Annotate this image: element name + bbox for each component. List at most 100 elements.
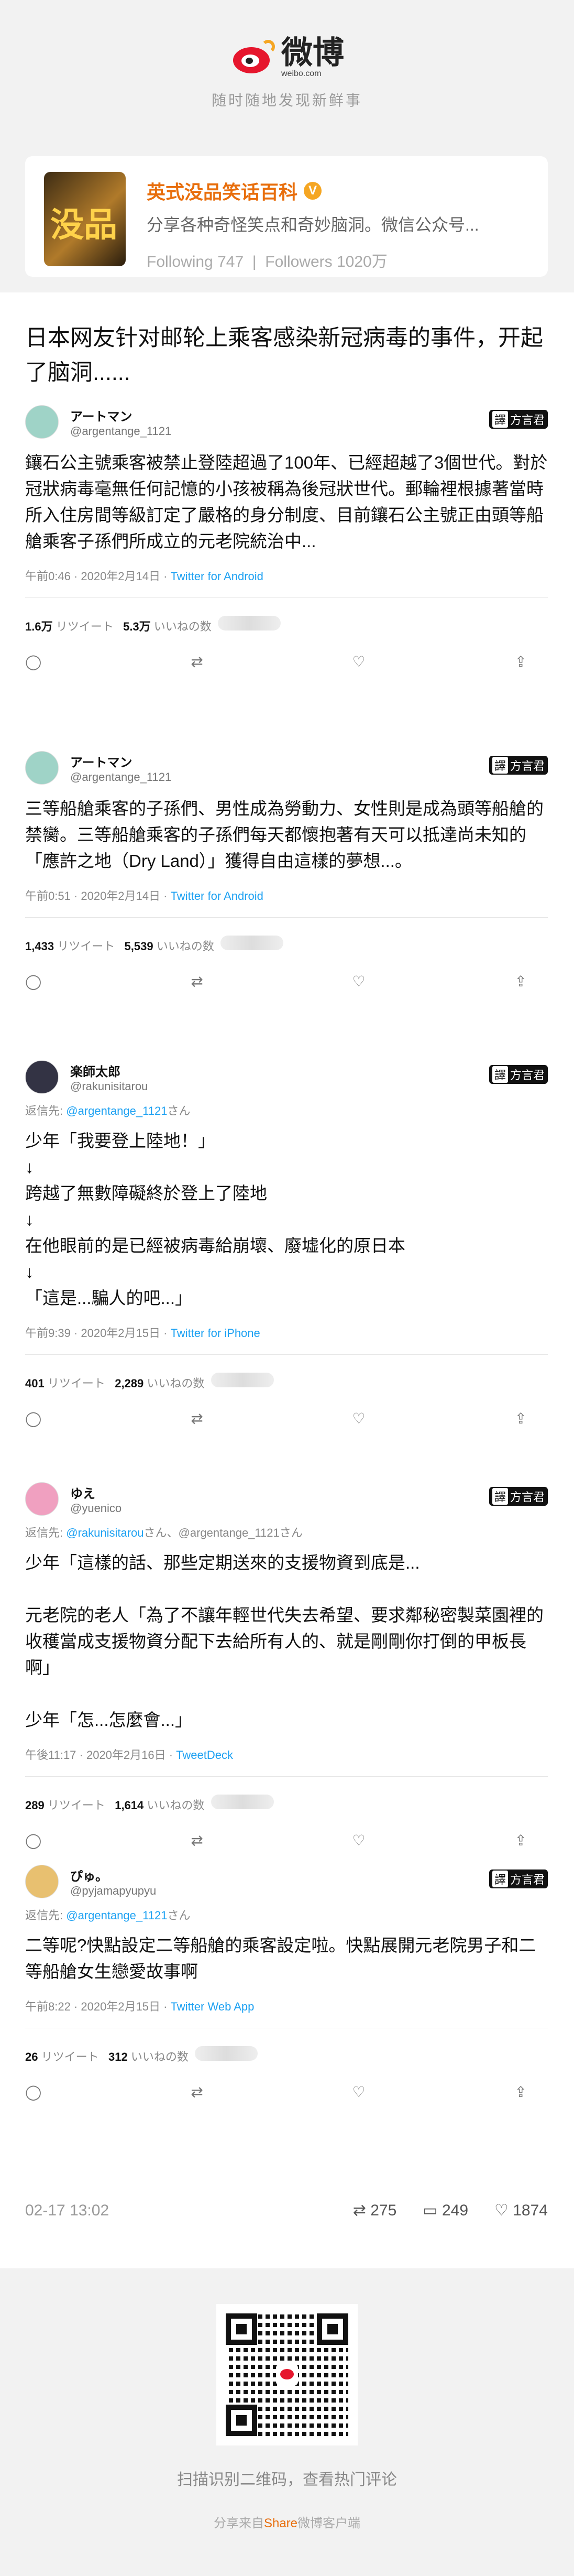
tweet-screenshot: アートマン @argentange_1121 譯方言君 三等船艙乘客的子孫們、男性成為… (25, 749, 548, 990)
like-count: 5,539 (124, 940, 153, 953)
account-description: 分享各种奇怪笑点和奇妙脑洞。微信公众号... (147, 215, 479, 234)
heart-icon: ♡ (352, 1832, 366, 1849)
tweet-client: Twitter for iPhone (170, 1327, 260, 1340)
blurred-avatars (211, 1373, 274, 1387)
reply-handle: @rakunisitarou (66, 1526, 144, 1539)
tweet-meta: 午後11:17 · 2020年2月16日 · TweetDeck (25, 1746, 548, 1763)
post-date: 02-17 13:02 (25, 2201, 109, 2219)
repost-button[interactable]: ⇄ 275 (353, 2201, 397, 2220)
tweet-author-handle: @yuenico (70, 1501, 122, 1515)
tweet-author-name: 楽師太郎 (70, 1064, 120, 1079)
tweet-client: Twitter for Android (170, 889, 263, 903)
retweet-label: リツイート (56, 620, 114, 633)
reply-handle: @argentange_1121 (66, 1104, 168, 1117)
tweet-time: 午前0:51 · 2020年2月14日 · (25, 889, 171, 903)
tweet-actions: ◯ ⇄ ♡ ⇪ (25, 634, 548, 670)
tweet-author-name: アートマン (70, 409, 133, 424)
translator-badge: 譯方言君 (489, 1065, 548, 1084)
tweet-avatar (25, 751, 59, 785)
retweet-label: リツイート (57, 940, 115, 953)
post-title: 日本网友针对邮轮上乘客感染新冠病毒的事件，开起了脑洞...... (25, 325, 543, 385)
verified-badge-icon: V (304, 182, 322, 200)
tweet-actions: ◯ ⇄ ♡ ⇪ (25, 954, 548, 990)
tweet-text: 二等呢?快點設定二等船艙的乘客設定啦。快點展開元老院男子和二等船艙女生戀愛故事啊 (25, 1936, 536, 1981)
like-count: 5.3万 (123, 620, 151, 633)
reply-to: 返信先: @argentange_1121さん (25, 1102, 548, 1118)
comment-button[interactable]: ▭ 249 (423, 2201, 468, 2220)
heart-icon: ♡ (352, 973, 366, 990)
tweet-author-name: アートマン (70, 755, 133, 770)
comment-count: 249 (441, 2202, 469, 2219)
blurred-avatars (195, 2046, 258, 2061)
translator-name: 方言君 (510, 1069, 545, 1082)
retweet-count: 26 (25, 2050, 38, 2063)
reply-icon: ◯ (25, 1410, 42, 1427)
tweet-author-name: ぴゅ。 (70, 1869, 108, 1884)
tweet-time: 午前9:39 · 2020年2月15日 · (25, 1327, 171, 1340)
translator-badge: 譯方言君 (489, 756, 548, 775)
share-icon: ⇪ (514, 2084, 527, 2100)
tweet-screenshot: ゆえ @yuenico 譯方言君 返信先: @rakunisitarouさん、@arg… (25, 1481, 548, 1849)
share-icon: ⇪ (514, 1410, 527, 1427)
tweet-author-handle: @argentange_1121 (70, 424, 172, 438)
share-suffix: 微博客户端 (297, 2516, 361, 2530)
account-card[interactable]: 没品 英式没品笑话百科 V 分享各种奇怪笑点和奇妙脑洞。微信公众号... Foll… (25, 156, 548, 277)
account-name[interactable]: 英式没品笑话百科 (147, 177, 297, 204)
following-count: 747 (217, 253, 244, 270)
blurred-avatars (218, 616, 281, 631)
tweet-actions: ◯ ⇄ ♡ ⇪ (25, 2064, 548, 2101)
reply-to: 返信先: @argentange_1121さん (25, 1906, 548, 1923)
tweet-avatar (25, 1865, 59, 1898)
following-label: Following (147, 253, 213, 270)
tweet-meta: 午前8:22 · 2020年2月15日 · Twitter Web App (25, 1997, 548, 2014)
post-footer: 02-17 13:02 ⇄ 275 ▭ 249 ♡ 1874 (25, 2201, 548, 2220)
like-button[interactable]: ♡ 1874 (494, 2201, 548, 2220)
avatar-text: 没品 (50, 206, 117, 245)
tweet-screenshot: アートマン @argentange_1121 譯方言君 鑲石公主號乘客被禁止登陸超過了… (25, 404, 548, 670)
weibo-logo-icon (276, 2364, 298, 2386)
blurred-avatars (220, 936, 283, 950)
tweet-author-handle: @rakunisitarou (70, 1079, 148, 1093)
followers-label: Followers (265, 253, 333, 270)
tweet-client: TweetDeck (176, 1748, 233, 1762)
translate-icon: 譯 (492, 1488, 508, 1505)
tweet-meta: 午前0:46 · 2020年2月14日 · Twitter for Androi… (25, 567, 548, 584)
repost-icon: ⇄ (352, 2202, 371, 2219)
tweet-author-handle: @pyjamapyupyu (70, 1884, 157, 1897)
qr-code[interactable] (216, 2304, 358, 2445)
tweet-avatar (25, 1482, 59, 1516)
reply-prefix: 返信先: (25, 1526, 67, 1539)
tweet-stats: 1.6万 リツイート 5.3万 いいねの数 (25, 598, 548, 634)
translator-badge: 譯方言君 (489, 410, 548, 429)
retweet-count: 401 (25, 1377, 45, 1390)
tweet-meta: 午前9:39 · 2020年2月15日 · Twitter for iPhone (25, 1324, 548, 1341)
retweet-count: 1,433 (25, 940, 54, 953)
reply-to: 返信先: @rakunisitarouさん、@argentange_1121さん (25, 1524, 548, 1540)
account-avatar[interactable]: 没品 (44, 172, 126, 266)
reply-suffix: さん (167, 1909, 191, 1922)
share-prefix: 分享来自 (213, 2516, 264, 2530)
translator-name: 方言君 (510, 414, 545, 427)
tweet-author-handle: @argentange_1121 (70, 770, 172, 784)
weibo-eye-icon (230, 40, 275, 75)
retweet-icon: ⇄ (191, 1410, 203, 1427)
translate-icon: 譯 (492, 411, 508, 428)
followers-count: 1020万 (337, 253, 388, 270)
tweet-actions: ◯ ⇄ ♡ ⇪ (25, 1391, 548, 1427)
like-label: いいねの数 (147, 1377, 205, 1390)
translator-badge: 譯方言君 (489, 1869, 548, 1888)
retweet-count: 1.6万 (25, 620, 53, 633)
translator-name: 方言君 (510, 1491, 545, 1504)
repost-count: 275 (370, 2202, 397, 2219)
reply-prefix: 返信先: (25, 1909, 67, 1922)
tweet-stats: 1,433 リツイート 5,539 いいねの数 (25, 918, 548, 954)
reply-suffix: さん (167, 1104, 191, 1117)
share-source: 分享来自Share微博客户端 (0, 2513, 574, 2531)
share-app[interactable]: Share (264, 2516, 297, 2530)
translate-icon: 譯 (492, 757, 508, 774)
tweet-screenshot: ぴゅ。 @pyjamapyupyu 譯方言君返信先: @argentange_112… (25, 1863, 548, 2101)
retweet-icon: ⇄ (191, 654, 203, 670)
heart-icon: ♡ (352, 2084, 366, 2100)
tweet-time: 午後11:17 · 2020年2月16日 · (25, 1748, 176, 1762)
retweet-icon: ⇄ (191, 1832, 203, 1849)
